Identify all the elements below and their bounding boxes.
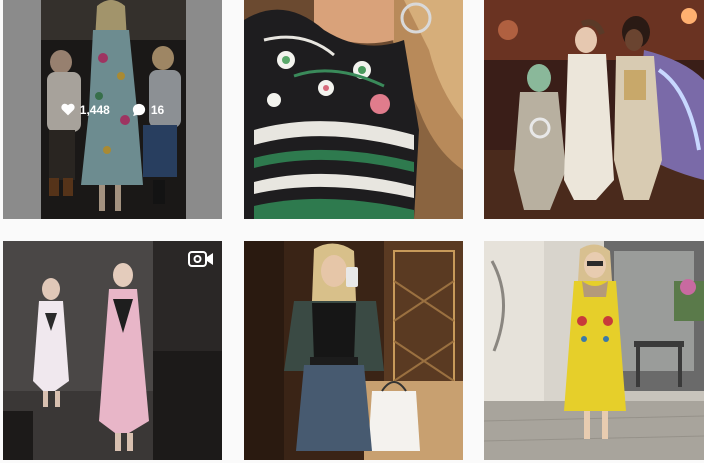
comment-bubble-icon [132, 103, 145, 116]
post-tile-6[interactable] [484, 241, 704, 460]
comments-count: 16 [150, 102, 165, 117]
post-tile-5[interactable] [244, 241, 463, 460]
post-tile-3[interactable] [484, 0, 704, 219]
post-image-5 [244, 241, 463, 460]
post-tile-1[interactable]: 1,448 16 [3, 0, 222, 219]
post-image-3 [484, 0, 704, 219]
post-tile-4[interactable] [3, 241, 222, 460]
likes-stat: 1,448 [61, 103, 110, 117]
post-image-2 [244, 0, 463, 219]
heart-icon [61, 103, 75, 116]
video-camera-icon [188, 251, 213, 267]
post-image-4 [3, 241, 222, 460]
post-image-6 [484, 241, 704, 460]
post-hover-overlay: 1,448 16 [3, 0, 222, 219]
comments-stat: 16 [132, 103, 164, 117]
likes-count: 1,448 [79, 102, 110, 117]
post-tile-2[interactable] [244, 0, 463, 219]
